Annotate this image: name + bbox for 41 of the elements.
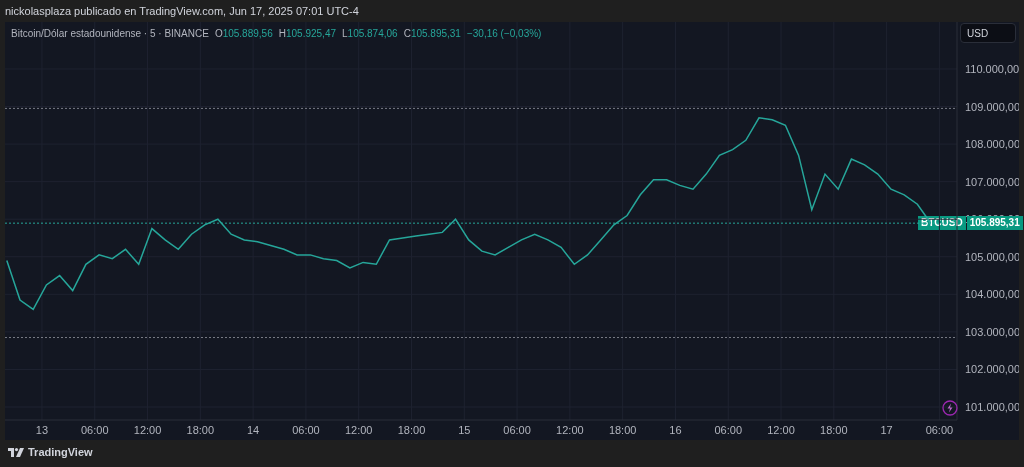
time-label: 13 [35,424,49,436]
time-label: 06:00 [81,424,109,436]
time-label: 06:00 [503,424,531,436]
time-label: 18:00 [608,424,637,436]
symbol-title: Bitcoin/Dólar estadounidense · 5 · BINANCE [11,27,209,41]
time-label: 12:00 [767,424,795,436]
time-label: 06:00 [292,424,320,436]
price-label: 103.000,00 [965,325,1019,338]
price-label: 105.000,00 [965,250,1019,263]
ohlc-value: H105.925,47 [278,27,336,41]
time-label: 12:00 [344,424,373,436]
price-label: 110.000,00 [965,63,1019,75]
price-label: 109.000,00 [965,100,1019,113]
price-label: 101.000,00 [965,401,1019,413]
price-label: 108.000,00 [965,138,1019,151]
time-label: 12:00 [556,424,584,436]
time-label: 18:00 [397,424,426,436]
time-label: 14 [247,424,260,436]
ohlc-value: O105.889,56 [214,27,273,41]
time-label: 12:00 [133,424,162,436]
time-label: 16 [669,424,682,436]
currency-button[interactable]: USD [960,23,1016,43]
time-label: 06:00 [925,424,954,436]
horizontal-line[interactable] [5,222,958,224]
time-label: 17 [880,424,893,436]
time-label: 06:00 [714,424,742,436]
price-label: 104.000,00 [965,288,1019,301]
horizontal-line[interactable] [5,337,958,338]
brand-name: TradingView [28,445,93,461]
price-label: 102.000,00 [965,363,1019,376]
ohlc-value: C105.895,31 [403,27,461,41]
price-change: −30,16 (−0,03%) [466,27,542,41]
time-label: 15 [458,424,471,436]
horizontal-line[interactable] [5,107,958,109]
lightning-icon[interactable] [942,400,958,416]
price-label: 107.000,00 [965,175,1019,188]
ohlc-value: L105.874,06 [342,27,398,41]
time-label: 18:00 [820,424,848,436]
tradingview-logo-icon [8,448,24,457]
publish-info: nickolasplaza publicado en TradingView.com, Jun 17, 2025 07:01 UTC-4 [5,3,359,19]
time-label: 18:00 [186,424,215,436]
